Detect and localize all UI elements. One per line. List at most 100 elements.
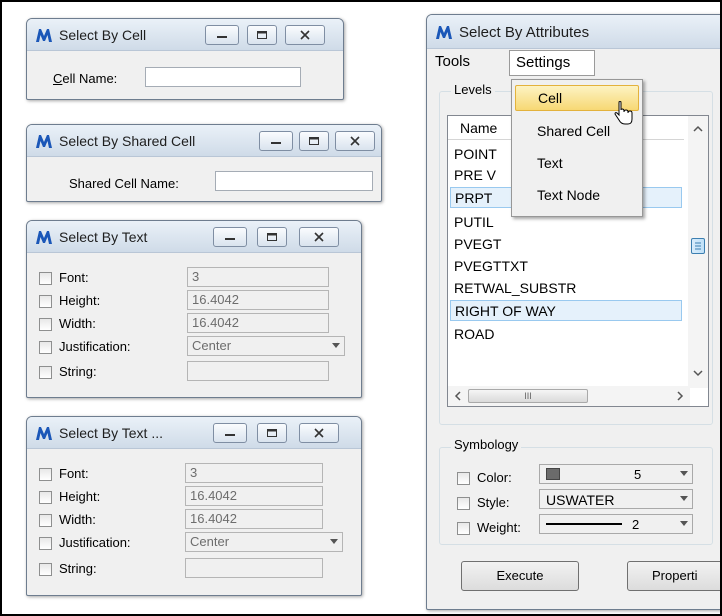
justification-combo[interactable]: Center bbox=[185, 532, 343, 552]
list-item[interactable]: RIGHT OF WAY bbox=[450, 300, 682, 321]
chevron-down-icon bbox=[332, 343, 340, 348]
list-item[interactable]: POINT bbox=[450, 144, 501, 165]
scroll-left-icon[interactable] bbox=[450, 386, 466, 406]
microstation-icon bbox=[36, 135, 52, 148]
list-item[interactable]: RETWAL_SUBSTR bbox=[450, 278, 580, 299]
chevron-down-icon bbox=[680, 471, 688, 476]
maximize-button[interactable] bbox=[257, 227, 287, 247]
select-by-attributes-window: Select By Attributes Tools Settings Leve… bbox=[426, 14, 722, 610]
width-field[interactable]: 16.4042 bbox=[185, 509, 323, 529]
height-label: Height: bbox=[59, 293, 101, 308]
width-checkbox[interactable] bbox=[39, 514, 52, 527]
maximize-button[interactable] bbox=[299, 131, 329, 151]
width-field[interactable]: 16.4042 bbox=[187, 313, 329, 333]
scroll-up-icon[interactable] bbox=[688, 120, 708, 138]
minimize-button[interactable] bbox=[205, 25, 239, 45]
font-checkbox[interactable] bbox=[39, 468, 52, 481]
chevron-down-icon bbox=[680, 496, 688, 501]
microstation-icon bbox=[36, 231, 52, 244]
font-label: Font: bbox=[59, 466, 89, 481]
mouse-pointer-icon bbox=[614, 101, 633, 125]
close-button[interactable] bbox=[299, 423, 339, 443]
window-title: Select By Attributes bbox=[459, 24, 590, 41]
menu-settings[interactable]: Settings bbox=[509, 50, 595, 76]
string-label: String: bbox=[59, 364, 97, 379]
width-checkbox[interactable] bbox=[39, 318, 52, 331]
select-by-text-window: Select By Text Font: 3 Height: 16.4042 W… bbox=[26, 220, 362, 398]
weight-checkbox[interactable] bbox=[457, 522, 470, 535]
justification-value: Center bbox=[190, 534, 230, 549]
height-checkbox[interactable] bbox=[39, 295, 52, 308]
justification-combo[interactable]: Center bbox=[187, 336, 345, 356]
title-bar[interactable]: Select By Attributes bbox=[427, 15, 722, 49]
justification-checkbox[interactable] bbox=[39, 341, 52, 354]
color-checkbox[interactable] bbox=[457, 472, 470, 485]
list-item[interactable]: PVEGT bbox=[450, 234, 505, 255]
height-checkbox[interactable] bbox=[39, 491, 52, 504]
maximize-button[interactable] bbox=[247, 25, 277, 45]
select-by-text-window-2: Select By Text ... Font: 3 Height: 16.40… bbox=[26, 416, 362, 596]
scroll-thumb[interactable] bbox=[691, 238, 705, 254]
string-field[interactable] bbox=[187, 361, 329, 381]
shared-cell-name-input[interactable] bbox=[215, 171, 373, 191]
title-bar[interactable]: Select By Cell bbox=[27, 19, 343, 51]
menu-item-text-node[interactable]: Text Node bbox=[515, 183, 639, 209]
horizontal-scrollbar[interactable]: III bbox=[448, 386, 690, 406]
height-field[interactable]: 16.4042 bbox=[187, 290, 329, 310]
menu-item-text[interactable]: Text bbox=[515, 151, 639, 177]
string-checkbox[interactable] bbox=[39, 563, 52, 576]
grip-icon bbox=[695, 242, 701, 250]
string-field[interactable] bbox=[185, 558, 323, 578]
height-field[interactable]: 16.4042 bbox=[185, 486, 323, 506]
weight-combo[interactable]: 2 bbox=[539, 514, 693, 534]
close-button[interactable] bbox=[299, 227, 339, 247]
scroll-right-icon[interactable] bbox=[672, 386, 688, 406]
string-checkbox[interactable] bbox=[39, 366, 52, 379]
menu-bar: Tools Settings bbox=[427, 49, 722, 77]
style-combo[interactable]: USWATER bbox=[539, 489, 693, 509]
scroll-down-icon[interactable] bbox=[688, 364, 708, 382]
style-checkbox[interactable] bbox=[457, 497, 470, 510]
list-item[interactable]: ROAD bbox=[450, 324, 498, 345]
minimize-button[interactable] bbox=[259, 131, 293, 151]
justification-value: Center bbox=[192, 338, 232, 353]
color-label: Color: bbox=[477, 470, 512, 485]
string-label: String: bbox=[59, 561, 97, 576]
settings-menu: Cell Shared Cell Text Text Node bbox=[511, 79, 643, 217]
shared-cell-name-label: Shared Cell Name: bbox=[69, 176, 179, 191]
hscroll-thumb[interactable]: III bbox=[468, 389, 588, 403]
window-title: Select By Text bbox=[59, 229, 148, 245]
cell-name-input[interactable] bbox=[145, 67, 301, 87]
menu-tools[interactable]: Tools bbox=[435, 53, 470, 70]
height-label: Height: bbox=[59, 489, 101, 504]
justification-checkbox[interactable] bbox=[39, 537, 52, 550]
minimize-button[interactable] bbox=[213, 423, 247, 443]
list-item[interactable]: PUTIL bbox=[450, 212, 498, 233]
chevron-down-icon bbox=[330, 539, 338, 544]
properties-button[interactable]: Properti bbox=[627, 561, 722, 591]
style-label: Style: bbox=[477, 495, 510, 510]
color-combo[interactable]: 5 bbox=[539, 464, 693, 484]
title-bar[interactable]: Select By Text bbox=[27, 221, 361, 253]
minimize-button[interactable] bbox=[213, 227, 247, 247]
font-field[interactable]: 3 bbox=[187, 267, 329, 287]
color-swatch bbox=[546, 468, 560, 480]
vertical-scrollbar[interactable] bbox=[688, 116, 708, 388]
font-checkbox[interactable] bbox=[39, 272, 52, 285]
microstation-icon bbox=[436, 26, 452, 39]
chevron-down-icon bbox=[680, 521, 688, 526]
levels-caption: Levels bbox=[451, 82, 495, 97]
maximize-button[interactable] bbox=[257, 423, 287, 443]
title-bar[interactable]: Select By Shared Cell bbox=[27, 125, 381, 157]
weight-label: Weight: bbox=[477, 520, 521, 535]
title-bar[interactable]: Select By Text ... bbox=[27, 417, 361, 449]
window-title: Select By Cell bbox=[59, 27, 147, 43]
width-label: Width: bbox=[59, 512, 96, 527]
execute-button[interactable]: Execute bbox=[461, 561, 579, 591]
font-field[interactable]: 3 bbox=[185, 463, 323, 483]
close-button[interactable] bbox=[335, 131, 375, 151]
list-item[interactable]: PRE V bbox=[450, 165, 500, 186]
list-item[interactable]: PVEGTTXT bbox=[450, 256, 532, 277]
microstation-icon bbox=[36, 29, 52, 42]
close-button[interactable] bbox=[285, 25, 325, 45]
